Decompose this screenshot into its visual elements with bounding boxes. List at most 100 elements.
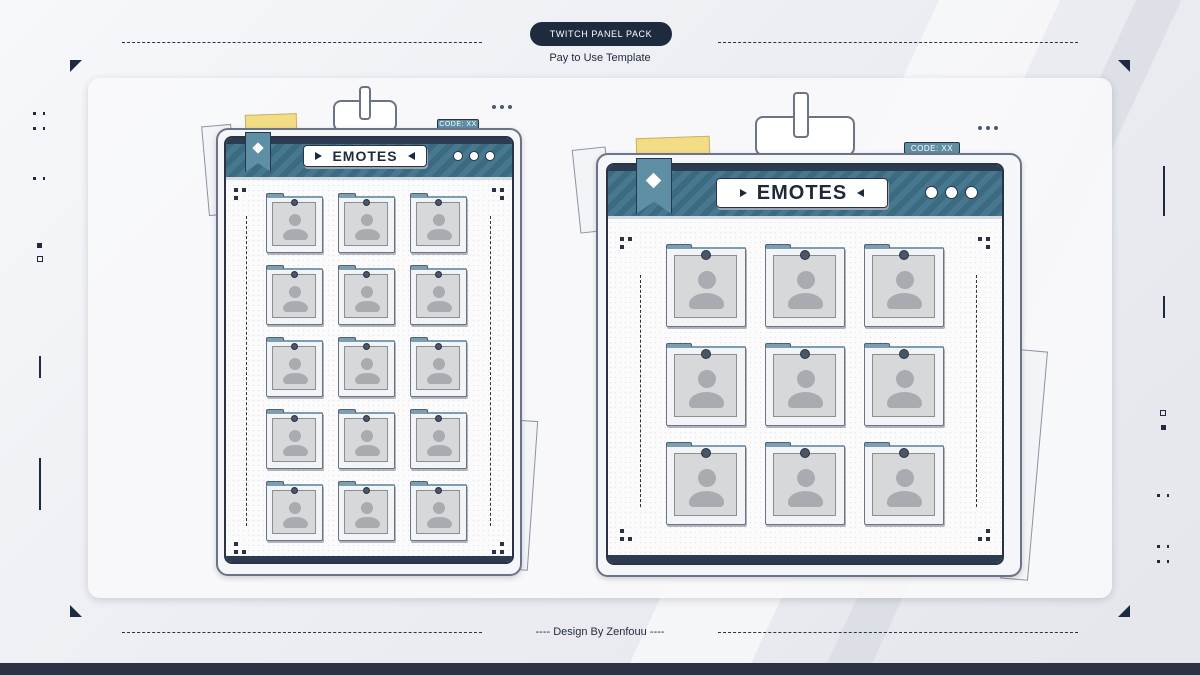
arrow-right-icon <box>739 189 747 197</box>
pin-icon <box>291 415 298 422</box>
pin-icon <box>800 250 810 260</box>
emote-slot[interactable] <box>338 265 395 325</box>
emote-slot[interactable] <box>864 442 944 525</box>
panel-title-label: EMOTES <box>716 178 888 208</box>
emote-slot[interactable] <box>338 337 395 397</box>
bottom-right-dashed-rule <box>718 632 1078 633</box>
emote-slot[interactable] <box>666 442 746 525</box>
pin-icon <box>291 271 298 278</box>
deco-dots <box>33 177 45 180</box>
deco-square-outline <box>1160 410 1166 416</box>
emote-slot[interactable] <box>410 409 467 469</box>
arrow-left-icon <box>407 152 415 160</box>
deco-square-outline <box>37 256 43 262</box>
deco-square-filled <box>37 243 42 248</box>
user-placeholder-icon <box>416 418 460 462</box>
pin-icon <box>435 343 442 350</box>
emote-slot[interactable] <box>338 193 395 253</box>
top-left-dashed-rule <box>122 42 482 43</box>
pin-icon <box>899 448 909 458</box>
user-placeholder-icon <box>344 202 388 246</box>
user-placeholder-icon <box>344 490 388 534</box>
deco-dots <box>1157 545 1169 548</box>
user-placeholder-icon <box>416 274 460 318</box>
panel-title: EMOTES <box>332 148 398 164</box>
pin-icon <box>701 448 711 458</box>
emote-slot[interactable] <box>864 343 944 426</box>
pin-icon <box>363 487 370 494</box>
designer-credit: ---- Design By Zenfouu ---- <box>535 626 665 638</box>
side-dashed-rule <box>490 216 491 526</box>
user-placeholder-icon <box>272 418 316 462</box>
user-placeholder-icon <box>416 490 460 534</box>
user-placeholder-icon <box>872 255 935 318</box>
corner-mark-bottom-right <box>1118 605 1130 617</box>
user-placeholder-icon <box>674 354 737 417</box>
deco-dots <box>33 112 45 115</box>
deco-vertical-bar <box>1163 166 1165 216</box>
window-dots-icon <box>925 186 978 199</box>
user-placeholder-icon <box>344 274 388 318</box>
emote-slot[interactable] <box>266 193 323 253</box>
emote-slot[interactable] <box>410 193 467 253</box>
user-placeholder-icon <box>272 274 316 318</box>
pin-icon <box>435 415 442 422</box>
pin-icon <box>800 349 810 359</box>
pin-icon <box>291 487 298 494</box>
pin-icon <box>291 343 298 350</box>
user-placeholder-icon <box>674 453 737 516</box>
top-right-dashed-rule <box>718 42 1078 43</box>
user-placeholder-icon <box>272 346 316 390</box>
user-placeholder-icon <box>674 255 737 318</box>
pin-icon <box>363 415 370 422</box>
emote-slot[interactable] <box>338 481 395 541</box>
user-placeholder-icon <box>773 453 836 516</box>
corner-dots <box>492 188 506 202</box>
deco-dots <box>1157 560 1169 563</box>
arrow-left-icon <box>857 189 865 197</box>
panel-title-label: EMOTES <box>303 145 427 167</box>
deco-dots <box>1157 494 1169 497</box>
corner-dots <box>978 237 992 251</box>
emote-slot[interactable] <box>410 265 467 325</box>
clipboard-clip-stem <box>359 86 371 120</box>
pin-icon <box>800 448 810 458</box>
window-dots-icon <box>453 151 495 161</box>
pin-icon <box>363 343 370 350</box>
emote-slot[interactable] <box>266 409 323 469</box>
bottom-left-dashed-rule <box>122 632 482 633</box>
user-placeholder-icon <box>416 202 460 246</box>
emote-slot[interactable] <box>266 265 323 325</box>
pin-icon <box>363 199 370 206</box>
emote-slot[interactable] <box>410 337 467 397</box>
three-dots-icon <box>978 126 998 130</box>
three-dots-icon <box>492 105 512 109</box>
user-placeholder-icon <box>272 202 316 246</box>
deco-vertical-bar <box>39 356 41 378</box>
emote-slot[interactable] <box>338 409 395 469</box>
emote-slot[interactable] <box>666 244 746 327</box>
corner-dots <box>492 542 506 556</box>
pack-title-badge: TWITCH PANEL PACK <box>530 22 672 46</box>
emote-slot[interactable] <box>765 343 845 426</box>
corner-mark-top-left <box>70 60 82 72</box>
deco-square-filled <box>1161 425 1166 430</box>
emote-slot[interactable] <box>410 481 467 541</box>
side-dashed-rule <box>976 275 977 507</box>
deco-vertical-bar <box>39 458 41 510</box>
emote-slot[interactable] <box>266 481 323 541</box>
corner-dots <box>620 237 634 251</box>
emote-slot[interactable] <box>666 343 746 426</box>
panel-title: EMOTES <box>756 181 848 204</box>
emote-slot[interactable] <box>864 244 944 327</box>
emote-slot[interactable] <box>765 244 845 327</box>
emote-slot[interactable] <box>266 337 323 397</box>
user-placeholder-icon <box>272 490 316 534</box>
corner-dots <box>620 529 634 543</box>
pin-icon <box>435 487 442 494</box>
user-placeholder-icon <box>872 354 935 417</box>
emote-slot[interactable] <box>765 442 845 525</box>
side-dashed-rule <box>640 275 641 507</box>
pack-subtitle: Pay to Use Template <box>549 52 651 64</box>
user-placeholder-icon <box>773 255 836 318</box>
